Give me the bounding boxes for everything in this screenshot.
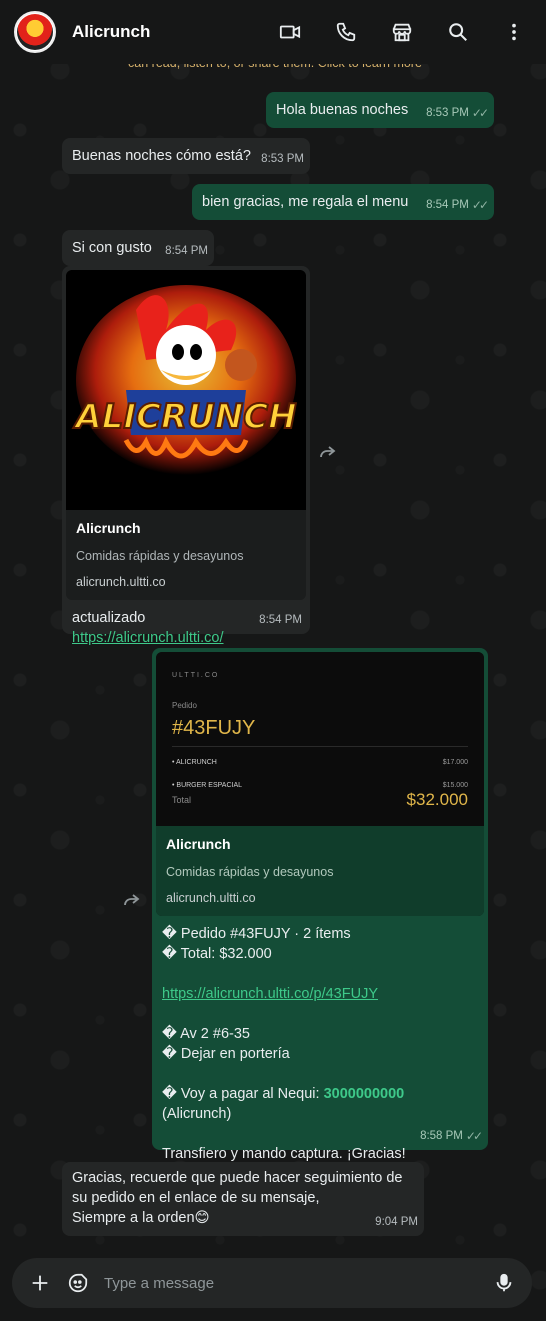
preview-image: ALICRUNCH bbox=[66, 270, 306, 510]
search-icon[interactable] bbox=[444, 18, 472, 46]
message-input[interactable]: Type a message bbox=[104, 1275, 492, 1292]
avatar[interactable] bbox=[14, 11, 56, 53]
message-bubble-incoming[interactable]: Si con gusto 8:54 PM bbox=[62, 230, 214, 266]
card-title: Alicrunch bbox=[76, 520, 141, 536]
card-domain: alicrunch.ultti.co bbox=[76, 575, 166, 589]
message-text: Si con gusto bbox=[72, 240, 152, 256]
receipt-items: • ALICRUNCH $17.000 • BURGER ESPACIAL $15.… bbox=[172, 746, 468, 796]
message-link[interactable]: https://alicrunch.ultti.co/ bbox=[72, 630, 224, 646]
chat-header: Alicrunch bbox=[0, 0, 546, 64]
message-time: 8:54 PM bbox=[165, 245, 208, 257]
card-title: Alicrunch bbox=[166, 836, 231, 852]
message-time: 8:54 PM bbox=[259, 614, 302, 626]
card-description: Comidas rápidas y desayunos bbox=[166, 865, 334, 879]
message-text-line: su pedido en el enlace de su mensaje, bbox=[72, 1190, 320, 1206]
message-time: 8:54 PM bbox=[426, 199, 469, 211]
order-line: � Total: $32.000 bbox=[162, 946, 272, 962]
message-time: 9:04 PM bbox=[375, 1216, 418, 1228]
order-line: � Av 2 #6-35 bbox=[162, 1026, 250, 1042]
message-time: 8:53 PM bbox=[261, 153, 304, 165]
read-ticks-icon: ✓✓ bbox=[471, 198, 489, 212]
message-time: 8:58 PM bbox=[420, 1130, 463, 1142]
message-bubble-incoming[interactable]: ALICRUNCH Alicrunch Comidas rápidas y de… bbox=[62, 266, 310, 646]
message-text: bien gracias, me regala el menu bbox=[202, 194, 409, 210]
avatar-logo bbox=[17, 14, 53, 50]
receipt-total: $32.000 bbox=[406, 790, 468, 809]
nequi-number[interactable]: 3000000000 bbox=[324, 1086, 405, 1102]
voice-call-icon[interactable] bbox=[332, 18, 360, 46]
card-description: Comidas rápidas y desayunos bbox=[76, 549, 244, 563]
video-call-icon[interactable] bbox=[276, 18, 304, 46]
logo-wordmark: ALICRUNCH bbox=[72, 397, 296, 437]
message-bubble-outgoing[interactable]: Hola buenas noches 8:53 PM ✓✓ bbox=[266, 92, 494, 128]
message-bubble-incoming[interactable]: Buenas noches cómo está? 8:53 PM bbox=[62, 138, 310, 174]
order-line: (Alicrunch) bbox=[162, 1106, 232, 1122]
link-preview-card[interactable]: ULTTI.CO Pedido #43FUJY • ALICRUNCH $17.0… bbox=[156, 652, 484, 916]
order-link[interactable]: https://alicrunch.ultti.co/p/43FUJY bbox=[162, 986, 378, 1002]
forward-icon[interactable] bbox=[122, 892, 142, 908]
message-text-line: Siempre a la orden😊 bbox=[72, 1210, 210, 1226]
receipt-item: • ALICRUNCH $17.000 bbox=[172, 759, 468, 766]
link-preview-card[interactable]: ALICRUNCH Alicrunch Comidas rápidas y de… bbox=[66, 270, 306, 600]
order-line: � Dejar en portería bbox=[162, 1046, 290, 1062]
order-line: � Pedido #43FUJY · 2 ítems bbox=[162, 926, 351, 942]
message-text: Hola buenas noches bbox=[276, 102, 409, 118]
receipt-total-label: Total bbox=[172, 795, 192, 805]
receipt-brand: ULTTI.CO bbox=[172, 672, 220, 679]
message-text-line: Gracias, recuerde que puede hacer seguim… bbox=[72, 1170, 403, 1186]
message-bubble-outgoing[interactable]: bien gracias, me regala el menu 8:54 PM … bbox=[192, 184, 494, 220]
order-line: � Voy a pagar al Nequi: 3000000000 bbox=[162, 1086, 405, 1102]
receipt-image: ULTTI.CO Pedido #43FUJY • ALICRUNCH $17.0… bbox=[156, 652, 484, 826]
message-composer: Type a message bbox=[12, 1258, 532, 1308]
message-time: 8:53 PM bbox=[426, 107, 469, 119]
message-bubble-incoming[interactable]: Gracias, recuerde que puede hacer seguim… bbox=[62, 1162, 424, 1236]
contact-name[interactable]: Alicrunch bbox=[72, 22, 150, 42]
card-domain: alicrunch.ultti.co bbox=[166, 891, 256, 905]
store-icon[interactable] bbox=[388, 18, 416, 46]
receipt-code: #43FUJY bbox=[172, 717, 256, 739]
message-bubble-outgoing[interactable]: ULTTI.CO Pedido #43FUJY • ALICRUNCH $17.0… bbox=[152, 648, 488, 1162]
more-icon[interactable] bbox=[500, 18, 528, 46]
sticker-icon[interactable] bbox=[66, 1271, 90, 1295]
message-text: Buenas noches cómo está? bbox=[72, 148, 251, 164]
order-line: Transfiero y mando captura. ¡Gracias! bbox=[162, 1146, 406, 1162]
microphone-icon[interactable] bbox=[492, 1271, 516, 1295]
forward-icon[interactable] bbox=[318, 444, 338, 460]
read-ticks-icon: ✓✓ bbox=[465, 1129, 483, 1143]
attach-plus-icon[interactable] bbox=[28, 1271, 52, 1295]
receipt-label: Pedido bbox=[172, 701, 197, 710]
read-ticks-icon: ✓✓ bbox=[471, 106, 489, 120]
